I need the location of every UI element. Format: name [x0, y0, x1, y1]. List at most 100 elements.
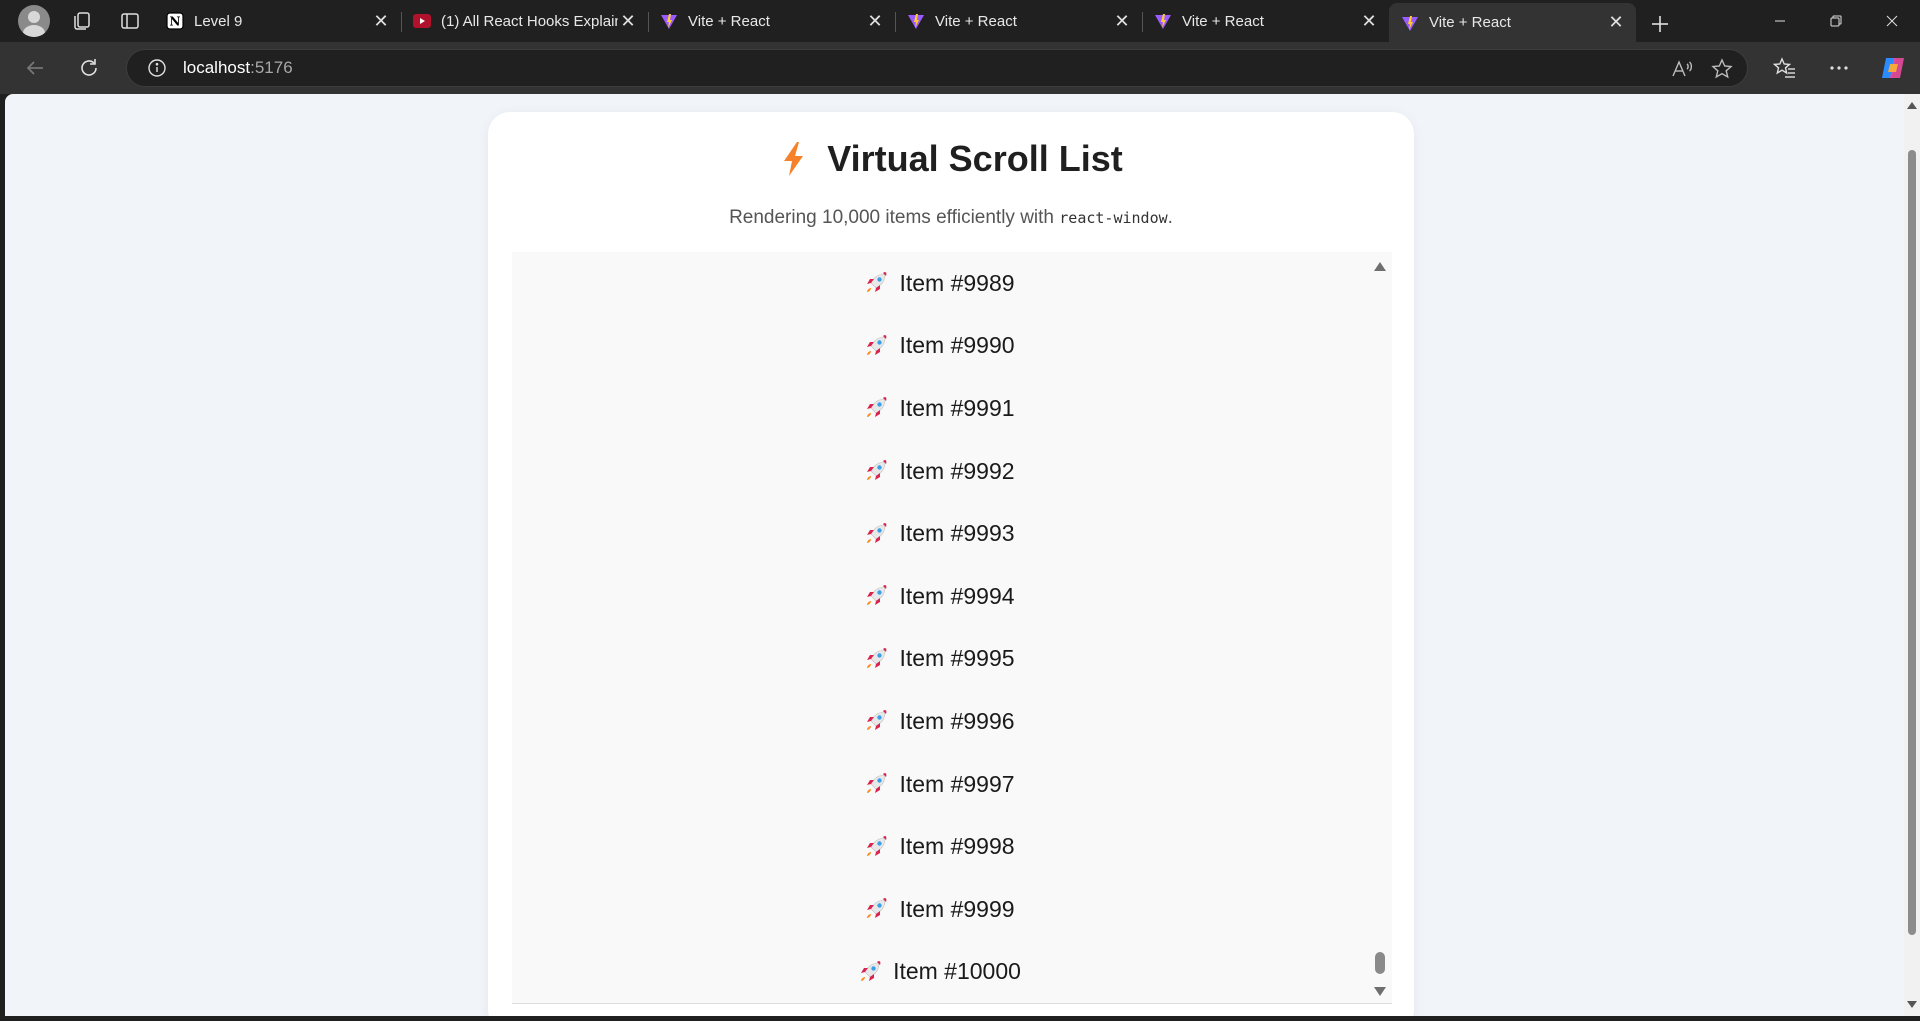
list-item: Item #9998	[512, 815, 1392, 878]
youtube-icon	[413, 12, 431, 30]
list-item-label: Item #9999	[899, 895, 1015, 922]
tab-title: Vite + React	[688, 12, 770, 30]
list-scroll-thumb[interactable]	[1375, 952, 1385, 974]
list-item-label: Item #9990	[899, 332, 1015, 359]
page-scroll-down-icon[interactable]	[1907, 1001, 1917, 1008]
refresh-button[interactable]	[62, 48, 116, 88]
rocket-icon	[863, 646, 889, 672]
close-tab-icon[interactable]: ✕	[618, 11, 638, 31]
list-item-label: Item #9994	[899, 582, 1015, 609]
rocket-icon	[863, 333, 889, 359]
close-tab-icon[interactable]: ✕	[1359, 11, 1379, 31]
vite-icon	[660, 12, 678, 30]
tab-title: Vite + React	[1429, 14, 1511, 31]
list-item: Item #9992	[512, 440, 1392, 503]
back-arrow-icon	[26, 61, 43, 75]
read-aloud-icon[interactable]	[1671, 59, 1693, 79]
tab-title: Vite + React	[935, 12, 1017, 30]
new-tab-button[interactable]	[1636, 6, 1684, 42]
close-tab-icon[interactable]: ✕	[371, 11, 391, 31]
close-tab-icon[interactable]: ✕	[1112, 11, 1132, 31]
list-item-label: Item #10000	[893, 958, 1021, 985]
page-scrollbar[interactable]	[1904, 94, 1920, 1016]
scroll-down-arrow-icon[interactable]	[1374, 987, 1386, 996]
rocket-icon	[863, 395, 889, 421]
vite-icon	[907, 12, 925, 30]
back-button[interactable]	[8, 48, 62, 88]
rocket-icon	[863, 521, 889, 547]
url-host: localhost	[183, 58, 251, 77]
rocket-icon	[863, 896, 889, 922]
rocket-icon	[863, 708, 889, 734]
list-item: Item #9995	[512, 628, 1392, 691]
address-bar[interactable]: localhost:5176	[126, 49, 1748, 87]
tab-title: Level 9	[194, 12, 243, 30]
favorites-button[interactable]	[1758, 42, 1812, 94]
tab-strip: N Level 9 ✕ (1) All React Hooks Explain …	[0, 0, 1920, 42]
list-item-label: Item #9989	[899, 269, 1015, 296]
page-subtitle: Rendering 10,000 items efficiently with …	[488, 207, 1414, 229]
list-item-label: Item #9997	[899, 770, 1015, 797]
svg-text:N: N	[170, 15, 181, 29]
tab-actions-button[interactable]	[106, 0, 154, 42]
restore-button[interactable]	[1808, 0, 1864, 42]
rocket-icon	[863, 583, 889, 609]
tab-vite-active[interactable]: Vite + React ✕	[1389, 3, 1636, 42]
tab-vite-2[interactable]: Vite + React ✕	[895, 3, 1142, 39]
tab-vite-3[interactable]: Vite + React ✕	[1142, 3, 1389, 39]
close-window-button[interactable]	[1864, 0, 1920, 42]
url-port: :5176	[250, 58, 293, 77]
url-text[interactable]: localhost:5176	[183, 58, 293, 78]
vite-icon	[1401, 14, 1419, 32]
main-card: Virtual Scroll List Rendering 10,000 ite…	[488, 112, 1414, 1016]
more-dots-icon	[1830, 66, 1848, 70]
subtitle-code: react-window	[1059, 209, 1168, 227]
list-item: Item #9997	[512, 753, 1392, 816]
close-tab-icon[interactable]: ✕	[865, 11, 885, 31]
profile-button[interactable]	[10, 0, 58, 42]
settings-more-button[interactable]	[1812, 42, 1866, 94]
list-scrollbar[interactable]	[1368, 252, 1392, 1003]
list-item: Item #9993	[512, 502, 1392, 565]
list-item-label: Item #9991	[899, 394, 1015, 421]
rocket-icon	[863, 771, 889, 797]
page-scroll-thumb[interactable]	[1908, 150, 1916, 935]
avatar	[18, 5, 50, 37]
favorites-list-icon	[1773, 57, 1795, 78]
notion-icon: N	[166, 12, 184, 30]
rocket-icon	[863, 458, 889, 484]
workspaces-button[interactable]	[58, 0, 106, 42]
plus-icon	[1652, 16, 1668, 32]
site-info-icon[interactable]	[147, 58, 167, 78]
copilot-button[interactable]	[1866, 42, 1920, 94]
restore-icon	[1830, 15, 1842, 27]
minimize-button[interactable]	[1752, 0, 1808, 42]
rocket-icon	[863, 834, 889, 860]
list-item-label: Item #9993	[899, 520, 1015, 547]
list-item: Item #9996	[512, 690, 1392, 753]
vite-icon	[1154, 12, 1172, 30]
tab-title: (1) All React Hooks Explain	[441, 12, 618, 30]
list-item: Item #9991	[512, 377, 1392, 440]
page-title-text: Virtual Scroll List	[827, 138, 1123, 179]
close-tab-icon[interactable]: ✕	[1606, 12, 1626, 33]
list-rows: Item #9989 Item #9990 Item #9991 Item #9992…	[512, 252, 1392, 1003]
tab-title: Vite + React	[1182, 12, 1264, 30]
list-item: Item #10000	[512, 941, 1392, 1003]
page-scroll-up-icon[interactable]	[1907, 102, 1917, 109]
copilot-icon	[1882, 58, 1904, 78]
list-item-label: Item #9992	[899, 457, 1015, 484]
subtitle-text: Rendering 10,000 items efficiently with	[729, 207, 1060, 228]
list-item-label: Item #9995	[899, 645, 1015, 672]
virtual-scroll-list[interactable]: Item #9989 Item #9990 Item #9991 Item #9992…	[512, 252, 1392, 1004]
favorite-star-icon[interactable]	[1711, 58, 1733, 80]
list-item: Item #9999	[512, 878, 1392, 941]
scroll-up-arrow-icon[interactable]	[1374, 262, 1386, 271]
tab-level-9[interactable]: N Level 9 ✕	[154, 3, 401, 39]
rocket-icon	[857, 959, 883, 985]
rocket-icon	[863, 270, 889, 296]
tab-vite-1[interactable]: Vite + React ✕	[648, 3, 895, 39]
list-item: Item #9990	[512, 315, 1392, 378]
tab-youtube[interactable]: (1) All React Hooks Explain ✕	[401, 3, 648, 39]
page-viewport: Virtual Scroll List Rendering 10,000 ite…	[5, 94, 1920, 1016]
